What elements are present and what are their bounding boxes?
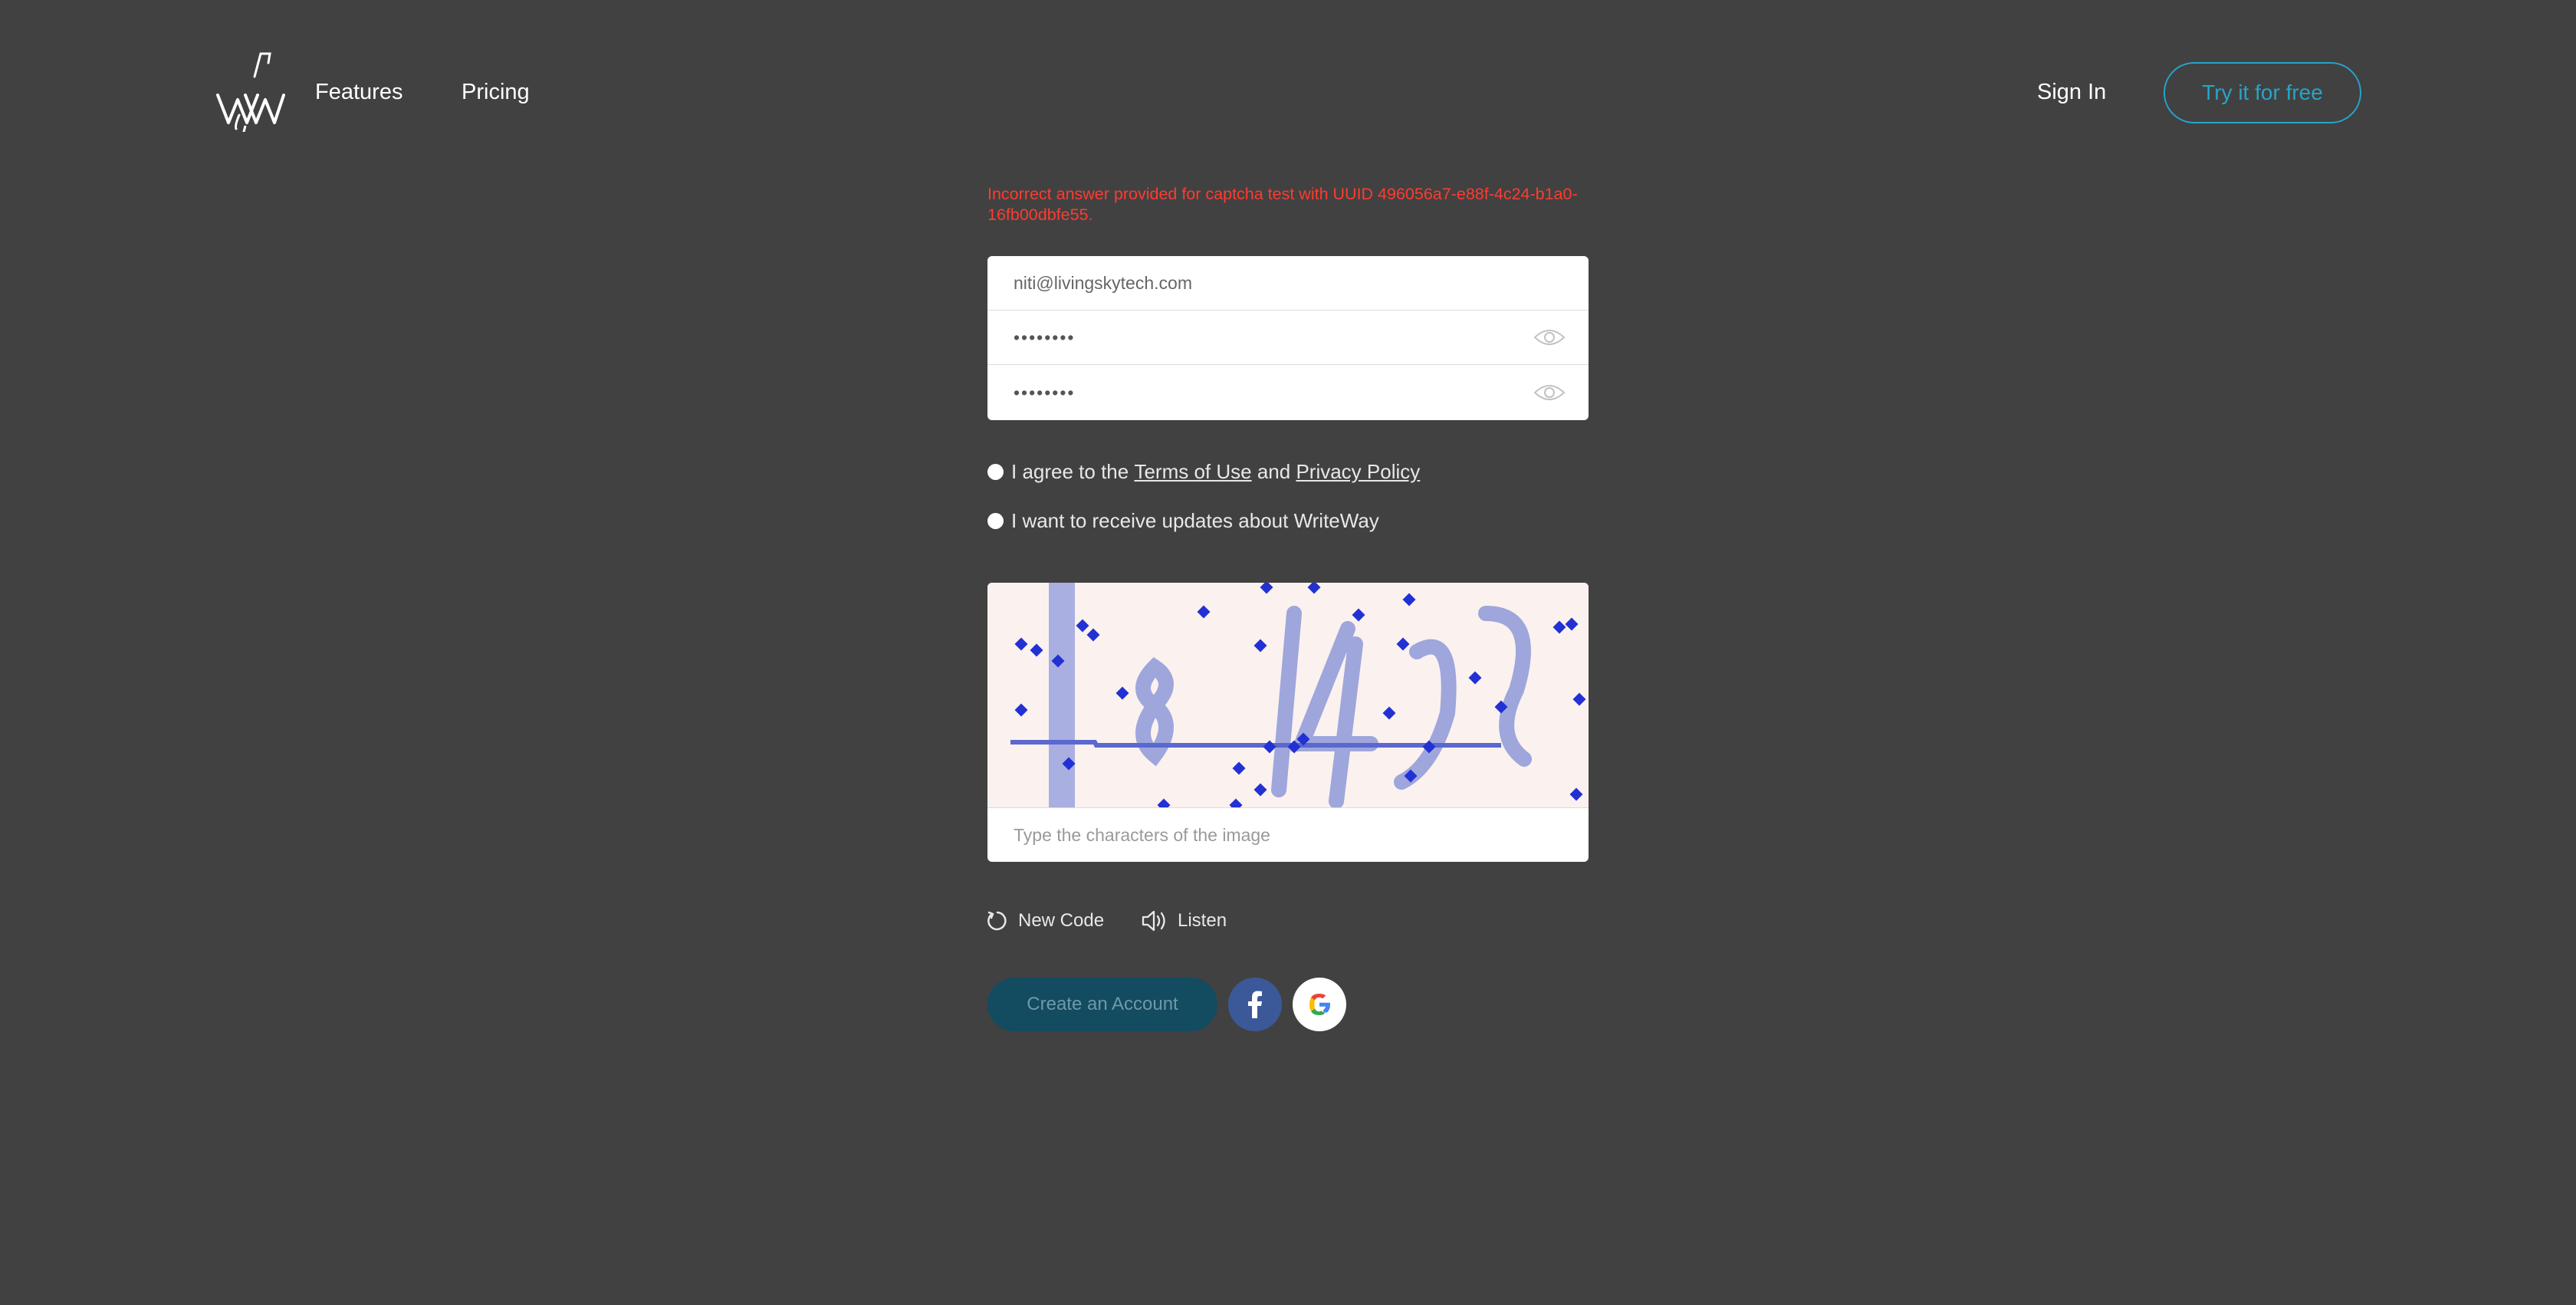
terms-row: I agree to the Terms of Use and Privacy … (987, 460, 1420, 484)
terms-of-use-link[interactable]: Terms of Use (1134, 460, 1251, 484)
eye-icon[interactable] (1533, 382, 1566, 403)
new-code-label: New Code (1018, 910, 1105, 931)
new-code-button[interactable]: New Code (986, 909, 1104, 932)
speaker-icon (1142, 910, 1165, 932)
nav-features[interactable]: Features (315, 74, 402, 110)
facebook-icon (1248, 991, 1262, 1018)
email-field[interactable]: niti@livingskytech.com (987, 256, 1589, 311)
sign-in-link[interactable]: Sign In (2037, 74, 2106, 110)
listen-label: Listen (1178, 910, 1227, 931)
terms-and: and (1251, 460, 1296, 483)
try-free-button[interactable]: Try it for free (2164, 62, 2361, 123)
nav-pricing[interactable]: Pricing (462, 74, 530, 110)
password-value: •••••••• (1014, 327, 1076, 347)
google-button[interactable] (1293, 978, 1346, 1031)
signup-fields: niti@livingskytech.com •••••••• •••••••• (987, 256, 1589, 420)
writeway-logo[interactable] (212, 49, 285, 132)
terms-checkbox[interactable] (987, 464, 1004, 480)
refresh-icon (987, 911, 1007, 931)
error-message: Incorrect answer provided for captcha te… (987, 185, 1578, 224)
listen-button[interactable]: Listen (1141, 909, 1227, 932)
confirm-password-value: •••••••• (1014, 382, 1076, 403)
updates-label: I want to receive updates about WriteWay (1011, 509, 1379, 532)
updates-checkbox[interactable] (987, 513, 1004, 529)
captcha-image (987, 583, 1589, 807)
google-icon (1309, 994, 1330, 1015)
captcha-box: Type the characters of the image (987, 583, 1589, 862)
email-value: niti@livingskytech.com (1014, 272, 1192, 293)
create-account-button[interactable]: Create an Account (987, 978, 1217, 1031)
facebook-button[interactable] (1228, 978, 1282, 1031)
privacy-policy-link[interactable]: Privacy Policy (1296, 460, 1420, 484)
captcha-input[interactable]: Type the characters of the image (987, 807, 1589, 862)
terms-prefix: I agree to the (1011, 460, 1135, 483)
confirm-password-field[interactable]: •••••••• (987, 365, 1589, 420)
updates-row: I want to receive updates about WriteWay (987, 509, 1379, 533)
password-field[interactable]: •••••••• (987, 311, 1589, 365)
eye-icon[interactable] (1533, 327, 1566, 348)
